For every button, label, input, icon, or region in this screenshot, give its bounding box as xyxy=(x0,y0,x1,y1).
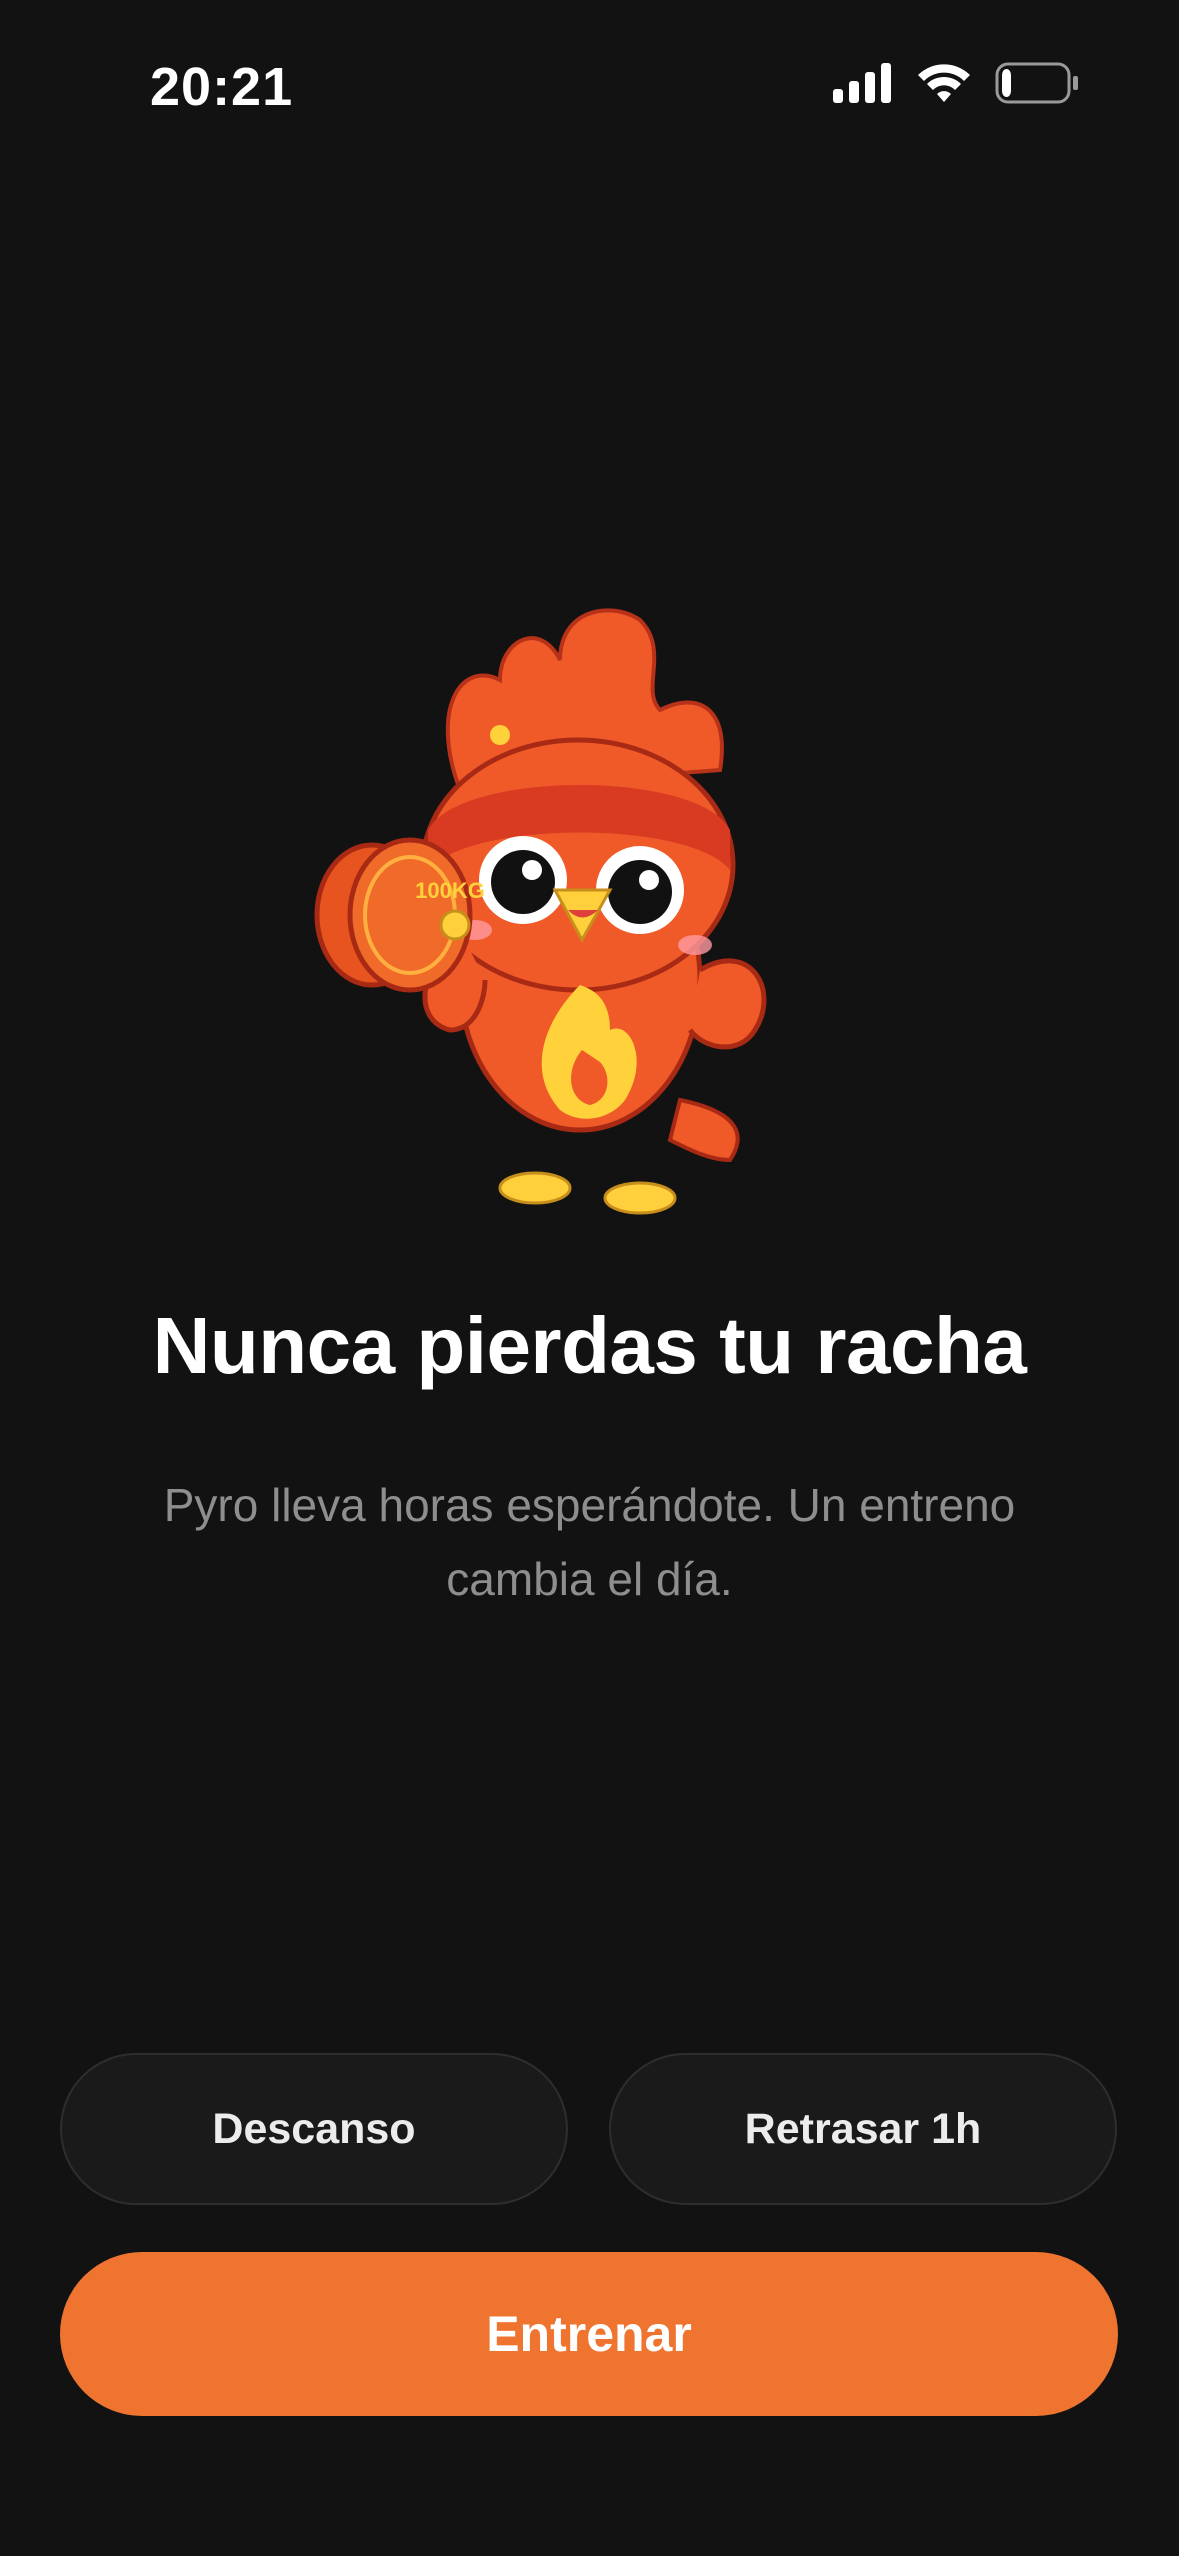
dumbbell-label: 100KG xyxy=(415,878,485,903)
battery-icon xyxy=(995,62,1079,109)
wifi-icon xyxy=(917,62,971,109)
page-title: Nunca pierdas tu racha xyxy=(152,1301,1027,1390)
status-time: 20:21 xyxy=(150,57,294,117)
cellular-signal-icon xyxy=(833,63,893,108)
train-button[interactable]: Entrenar xyxy=(60,2252,1118,2416)
rest-button[interactable]: Descanso xyxy=(60,2053,568,2205)
mascot-illustration: 100KG xyxy=(310,600,870,1240)
status-icons xyxy=(833,62,1079,109)
delay-button[interactable]: Retrasar 1h xyxy=(609,2053,1117,2205)
page-subtitle: Pyro lleva horas esperándote. Un entreno… xyxy=(163,1479,1016,1605)
